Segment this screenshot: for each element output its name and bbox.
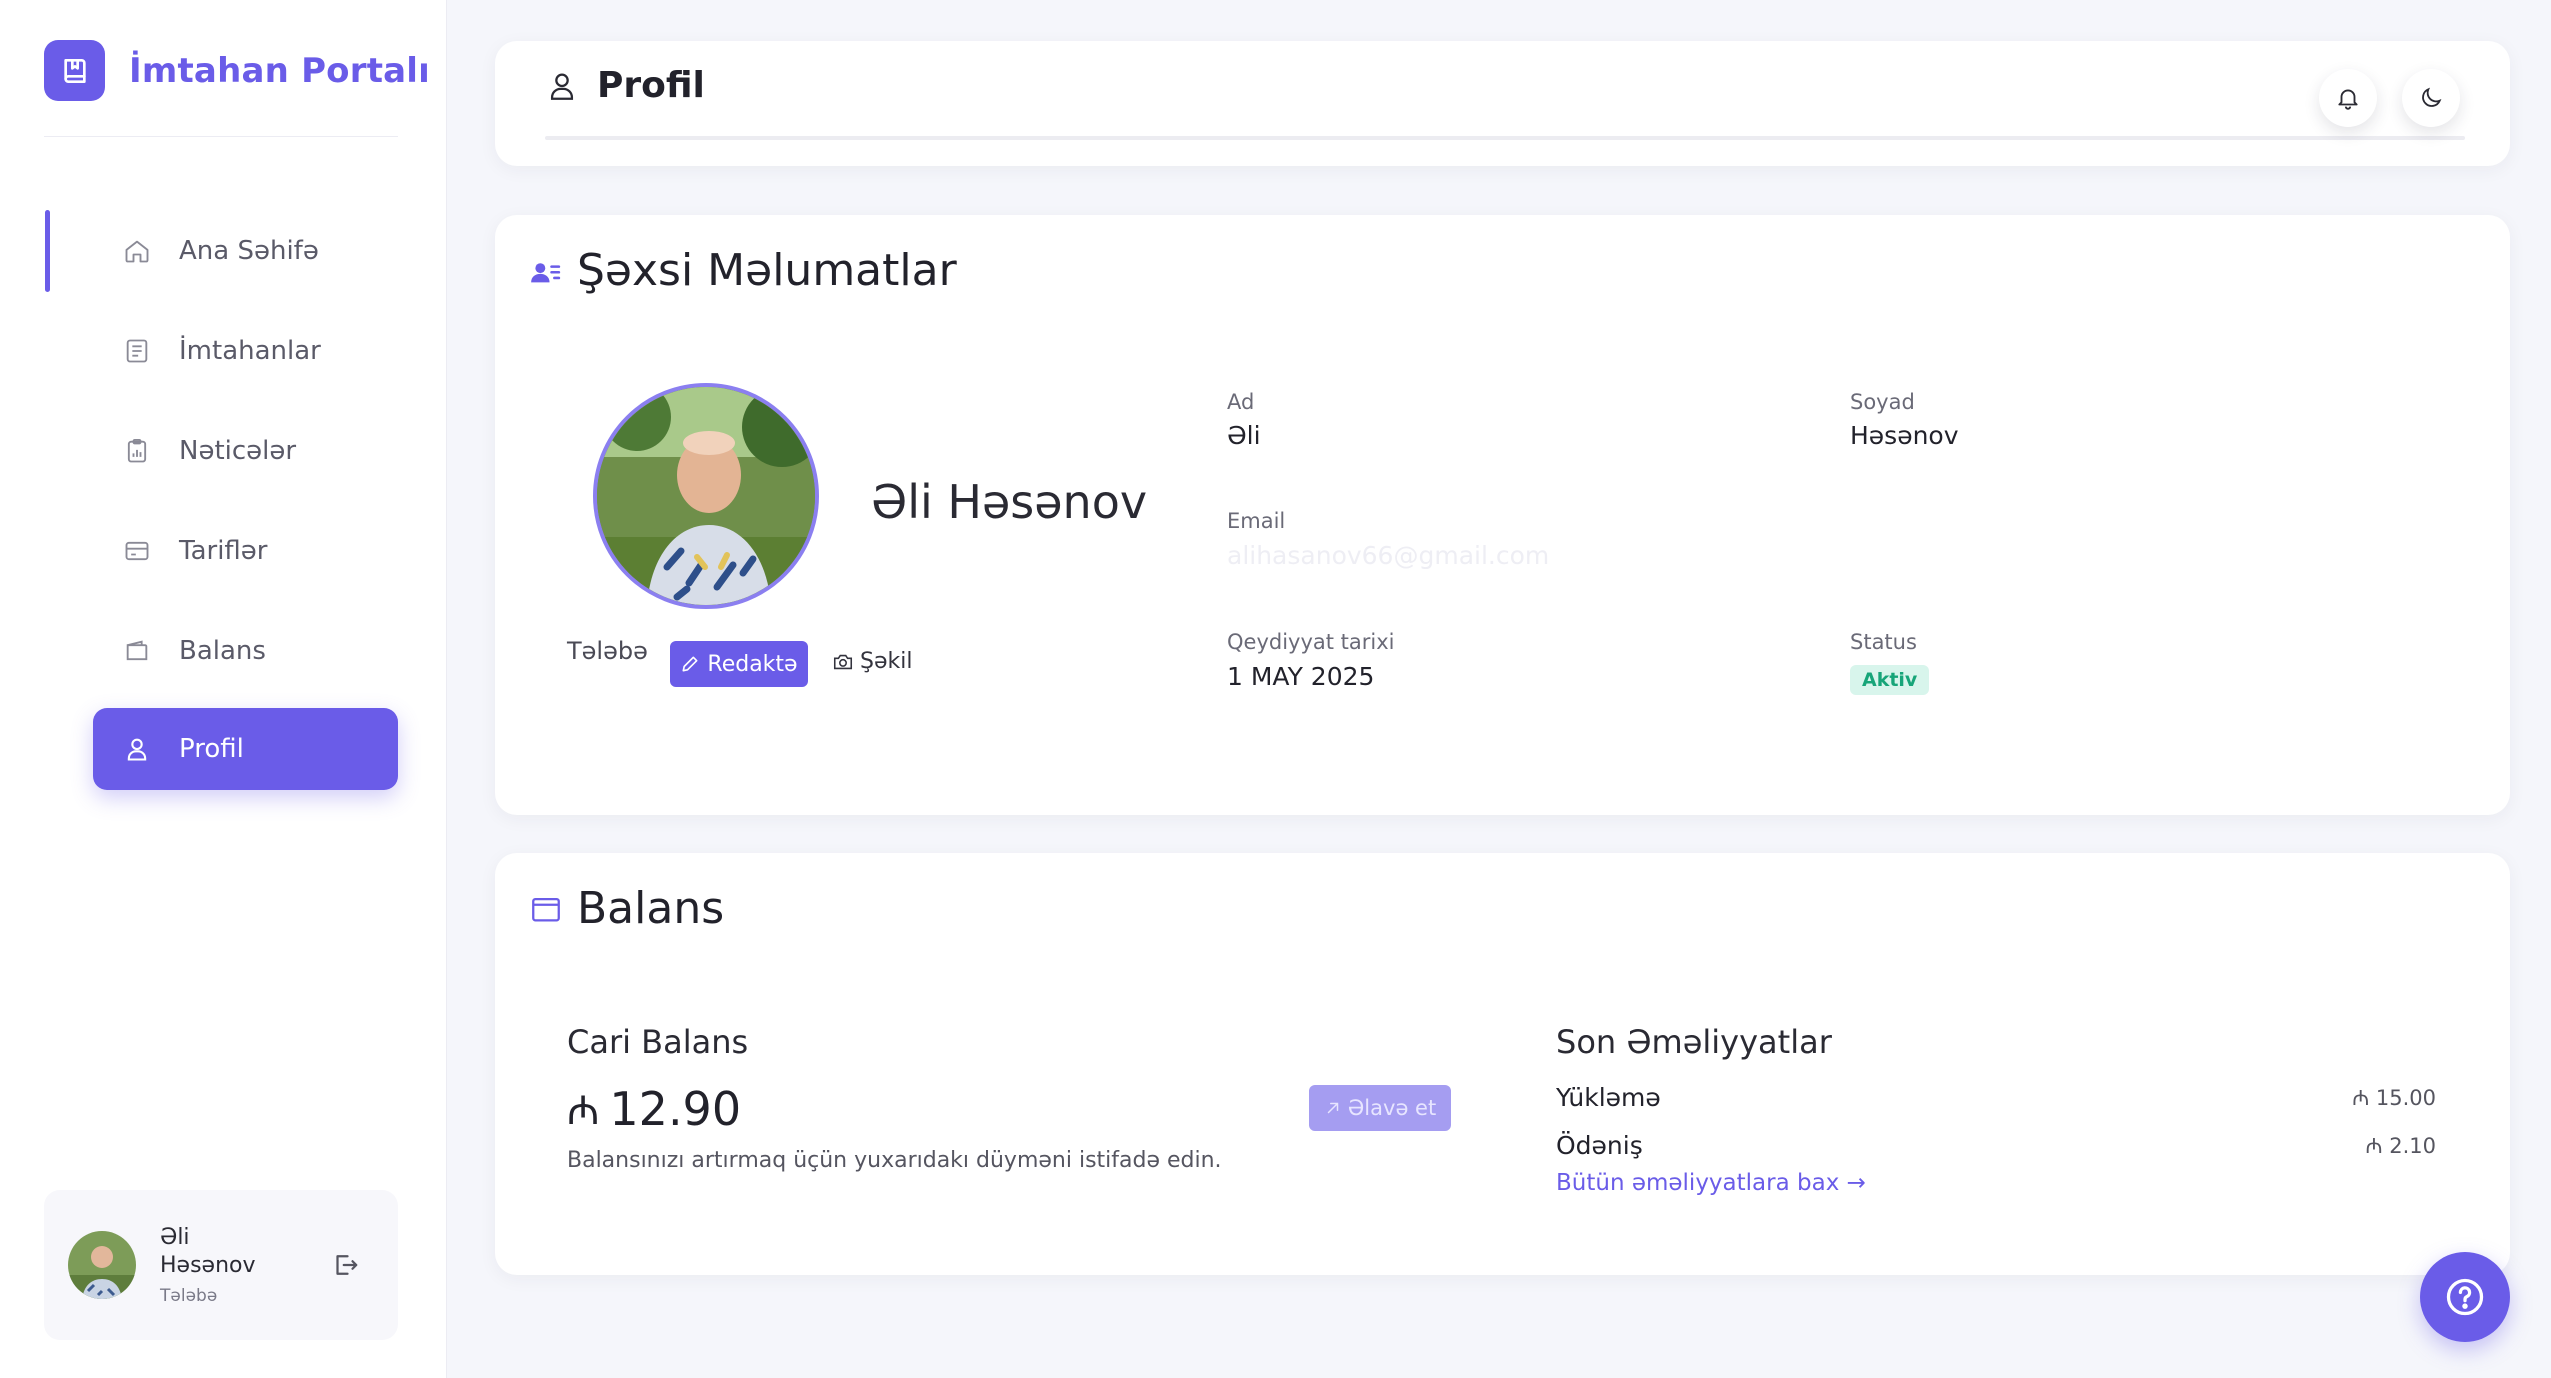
balance-hint: Balansınızı artırmaq üçün yuxarıdakı düy… [567, 1148, 1222, 1173]
transactions-title: Son Əməliyyatlar [1556, 1023, 1832, 1061]
current-balance-amount: ₼ 12.90 [567, 1081, 741, 1136]
email-value: alihasanov66@gmail.com [1227, 541, 1550, 570]
sidebar-item-home[interactable]: Ana Səhifə [93, 210, 398, 292]
sidebar-user-card: Əli Həsənov Tələbə [44, 1190, 398, 1340]
transaction-name: Yükləmə [1556, 1083, 1661, 1112]
help-button[interactable] [2420, 1252, 2510, 1342]
sidebar-item-plans[interactable]: Tariflər [93, 510, 398, 592]
camera-icon [832, 651, 860, 673]
transaction-amount: ₼ 2.10 [2365, 1133, 2436, 1158]
arrow-up-right-icon [1324, 1099, 1342, 1117]
sidebar-item-label: Profil [179, 734, 244, 764]
brand-name: İmtahan Portalı [129, 50, 431, 91]
sidebar-item-results[interactable]: Nəticələr [93, 410, 398, 492]
user-details-icon [529, 254, 563, 288]
sidebar-item-label: Nəticələr [179, 436, 297, 466]
wallet-icon [121, 635, 153, 667]
profile-avatar[interactable] [593, 383, 819, 609]
theme-toggle-button[interactable] [2402, 69, 2460, 127]
sidebar-item-exams[interactable]: İmtahanlar [93, 310, 398, 392]
sidebar-item-label: Ana Səhifə [179, 236, 319, 266]
pencil-icon [680, 654, 707, 674]
book-icon [44, 40, 105, 101]
home-icon [121, 235, 153, 267]
avatar[interactable] [68, 1231, 136, 1299]
brand[interactable]: İmtahan Portalı [44, 40, 430, 101]
status-badge: Aktiv [1850, 665, 1930, 695]
bell-icon [2335, 85, 2361, 111]
balance-card: Balans Cari Balans ₼ 12.90 Balansınızı a… [495, 853, 2510, 1275]
notifications-button[interactable] [2319, 69, 2377, 127]
sidebar-item-balance[interactable]: Balans [93, 610, 398, 692]
add-balance-label: Əlavə et [1347, 1096, 1437, 1120]
section-title: Balans [577, 883, 725, 934]
personal-info-card: Şəxsi Məlumatlar Əli Həsənov Tələbə Reda… [495, 215, 2510, 815]
current-balance-title: Cari Balans [567, 1023, 749, 1061]
currency-symbol: ₼ [567, 1088, 600, 1134]
add-balance-button[interactable]: Əlavə et [1309, 1085, 1451, 1131]
moon-icon [2418, 85, 2444, 111]
email-label: Email [1227, 509, 1286, 533]
all-transactions-link[interactable]: Bütün əməliyyatlara bax → [1556, 1170, 1866, 1196]
page-title: Profil [597, 65, 705, 106]
sidebar-item-label: İmtahanlar [179, 336, 321, 366]
last-name-value: Həsənov [1850, 421, 1959, 450]
transaction-name: Ödəniş [1556, 1131, 1643, 1160]
sidebar-item-profile[interactable]: Profil [93, 708, 398, 790]
transaction-row: Yükləmə ₼ 15.00 [1556, 1083, 2436, 1112]
question-icon [2443, 1275, 2487, 1319]
user-icon [121, 733, 153, 765]
results-clipboard-icon [121, 435, 153, 467]
edit-profile-button[interactable]: Redaktə [670, 641, 808, 687]
status-label: Status [1850, 630, 1917, 654]
profile-role: Tələbə [567, 637, 648, 665]
wallet-icon [529, 892, 563, 926]
section-title: Şəxsi Məlumatlar [577, 245, 957, 296]
sidebar-item-label: Tariflər [179, 536, 268, 566]
balance-value: 12.90 [609, 1081, 742, 1136]
header-divider [545, 136, 2465, 140]
page-header: Profil [495, 41, 2510, 166]
transaction-amount: ₼ 15.00 [2352, 1085, 2436, 1110]
sidebar-user-name: Əli Həsənov [160, 1225, 256, 1278]
sidebar-item-label: Balans [179, 636, 266, 666]
exam-list-icon [121, 335, 153, 367]
edit-profile-label: Redaktə [707, 651, 798, 677]
change-photo-button[interactable]: Şəkil [832, 649, 912, 674]
user-icon [545, 69, 579, 103]
divider [44, 136, 398, 137]
credit-card-icon [121, 535, 153, 567]
sidebar: İmtahan Portalı Ana Səhifə İmtahanlar Nə… [0, 0, 447, 1378]
first-name-value: Əli [1227, 421, 1261, 450]
reg-date-value: 1 MAY 2025 [1227, 662, 1375, 691]
last-name-label: Soyad [1850, 390, 1915, 414]
logout-icon[interactable] [330, 1250, 360, 1280]
transaction-row: Ödəniş ₼ 2.10 [1556, 1131, 2436, 1160]
change-photo-label: Şəkil [860, 649, 913, 674]
profile-full-name: Əli Həsənov [871, 475, 1148, 529]
sidebar-user-role: Tələbə [160, 1286, 218, 1306]
first-name-label: Ad [1227, 390, 1255, 414]
reg-date-label: Qeydiyyat tarixi [1227, 630, 1395, 654]
nav-active-indicator [45, 210, 50, 292]
